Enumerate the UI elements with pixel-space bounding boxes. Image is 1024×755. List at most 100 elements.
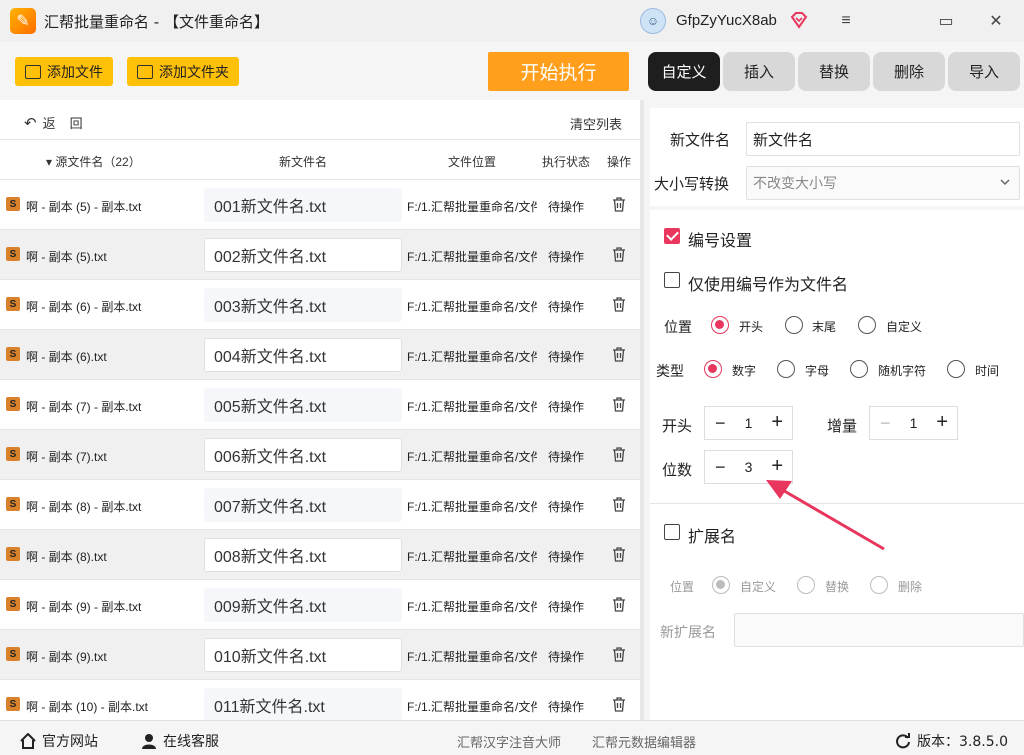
new-ext-input[interactable] (734, 613, 1024, 647)
window-title: 汇帮批量重命名 - 【文件重命名】 (44, 12, 269, 31)
add-folder-icon (137, 64, 153, 79)
tab-custom[interactable]: 自定义 (648, 52, 720, 91)
new-name-input[interactable]: 新文件名 (746, 122, 1020, 156)
file-location: F:/1.汇帮批量重命名/文件 (407, 250, 537, 264)
increment-stepper[interactable]: − 1 + (869, 406, 958, 440)
col-status: 执行状态 (542, 155, 591, 169)
table-row[interactable]: S 啊 - 副本 (7) - 副本.txt 005新文件名.txt F:/1.汇帮批量… (0, 380, 644, 430)
new-filename-input[interactable]: 010新文件名.txt (204, 638, 402, 672)
new-filename-input[interactable]: 002新文件名.txt (204, 238, 402, 272)
new-filename-input[interactable]: 007新文件名.txt (204, 488, 402, 522)
vip-diamond-icon[interactable] (790, 11, 808, 29)
table-row[interactable]: S 啊 - 副本 (8) - 副本.txt 007新文件名.txt F:/1.汇帮批量… (0, 480, 644, 530)
source-filename: 啊 - 副本 (5) - 副本.txt (26, 200, 142, 214)
new-filename-input[interactable]: 004新文件名.txt (204, 338, 402, 372)
table-row[interactable]: S 啊 - 副本 (7).txt 006新文件名.txt F:/1.汇帮批量重命名/文… (0, 430, 644, 480)
add-folder-label: 添加文件夹 (159, 64, 229, 81)
support-link[interactable]: 在线客服 (141, 731, 219, 751)
table-row[interactable]: S 啊 - 副本 (5) - 副本.txt 001新文件名.txt F:/1.汇帮批量… (0, 180, 644, 230)
tab-import[interactable]: 导入 (948, 52, 1020, 91)
website-link[interactable]: 官方网站 (20, 731, 98, 751)
status-text: 待操作 (548, 400, 585, 414)
txt-file-icon: S (6, 647, 20, 661)
tab-insert[interactable]: 插入 (723, 52, 795, 91)
start-label: 开头 (662, 417, 693, 435)
ext-delete-radio[interactable] (870, 576, 888, 594)
clear-list-button[interactable]: 清空列表 (570, 114, 622, 133)
version-info[interactable]: 版本：3.8.5.0 (895, 731, 1008, 751)
add-folder-button[interactable]: 添加文件夹 (127, 57, 239, 86)
link-metadata-editor[interactable]: 汇帮元数据编辑器 (592, 732, 696, 751)
trash-icon[interactable] (612, 547, 626, 562)
only-number-checkbox[interactable] (664, 272, 680, 288)
case-select[interactable]: 不改变大小写 (746, 166, 1020, 200)
trash-icon[interactable] (612, 647, 626, 662)
digits-stepper[interactable]: − 3 + (704, 450, 793, 484)
trash-icon[interactable] (612, 297, 626, 312)
numbering-checkbox[interactable] (664, 228, 680, 244)
new-filename-input[interactable]: 008新文件名.txt (204, 538, 402, 572)
file-location: F:/1.汇帮批量重命名/文件 (407, 500, 537, 514)
position-end-label: 末尾 (812, 320, 837, 334)
type-number-radio[interactable] (704, 360, 722, 378)
trash-icon[interactable] (612, 197, 626, 212)
plus-icon[interactable]: + (771, 411, 783, 434)
source-filename: 啊 - 副本 (6) - 副本.txt (26, 300, 142, 314)
new-filename-input[interactable]: 009新文件名.txt (204, 588, 402, 622)
ext-replace-label: 替换 (825, 580, 850, 594)
file-location: F:/1.汇帮批量重命名/文件 (407, 650, 537, 664)
trash-icon[interactable] (612, 347, 626, 362)
col-source[interactable]: ▾ 源文件名（22） (46, 153, 141, 170)
new-filename-input[interactable]: 011新文件名.txt (204, 688, 402, 720)
new-filename-input[interactable]: 006新文件名.txt (204, 438, 402, 472)
tab-replace[interactable]: 替换 (798, 52, 870, 91)
table-row[interactable]: S 啊 - 副本 (5).txt 002新文件名.txt F:/1.汇帮批量重命名/文… (0, 230, 644, 280)
new-filename-input[interactable]: 005新文件名.txt (204, 388, 402, 422)
new-filename-input[interactable]: 003新文件名.txt (204, 288, 402, 322)
col-action: 操作 (607, 155, 632, 169)
menu-icon[interactable]: ≡ (832, 8, 860, 34)
type-random-radio[interactable] (850, 360, 868, 378)
new-filename-input[interactable]: 001新文件名.txt (204, 188, 402, 222)
position-start-radio[interactable] (711, 316, 729, 334)
maximize-icon[interactable]: ▭ (932, 8, 960, 34)
trash-icon[interactable] (612, 447, 626, 462)
start-button[interactable]: 开始执行 (488, 52, 629, 91)
extension-checkbox[interactable] (664, 524, 680, 540)
position-end-radio[interactable] (785, 316, 803, 334)
trash-icon[interactable] (612, 697, 626, 712)
source-filename: 啊 - 副本 (10) - 副本.txt (26, 700, 149, 714)
table-row[interactable]: S 啊 - 副本 (8).txt 008新文件名.txt F:/1.汇帮批量重命名/文… (0, 530, 644, 580)
table-row[interactable]: S 啊 - 副本 (10) - 副本.txt 011新文件名.txt F:/1.汇帮批… (0, 680, 644, 720)
source-filename: 啊 - 副本 (7) - 副本.txt (26, 400, 142, 414)
back-button[interactable]: ↶ 返 回 (24, 113, 83, 132)
settings-panel: 新文件名 新文件名 大小写转换 不改变大小写 编号设置 仅使用编号作为文件名 位… (644, 100, 1024, 720)
status-text: 待操作 (548, 650, 585, 664)
table-row[interactable]: S 啊 - 副本 (9).txt 010新文件名.txt F:/1.汇帮批量重命名/文… (0, 630, 644, 680)
start-stepper[interactable]: − 1 + (704, 406, 793, 440)
type-letter-radio[interactable] (777, 360, 795, 378)
support-person-icon (142, 734, 156, 749)
plus-icon[interactable]: + (771, 455, 783, 478)
type-time-radio[interactable] (947, 360, 965, 378)
ext-custom-radio[interactable] (712, 576, 730, 594)
type-random-label: 随机字符 (878, 364, 927, 378)
table-row[interactable]: S 啊 - 副本 (9) - 副本.txt 009新文件名.txt F:/1.汇帮批量… (0, 580, 644, 630)
link-pinyin-master[interactable]: 汇帮汉字注音大师 (457, 732, 561, 751)
position-custom-radio[interactable] (858, 316, 876, 334)
tab-delete[interactable]: 删除 (873, 52, 945, 91)
plus-icon[interactable]: + (936, 411, 948, 434)
digits-label: 位数 (662, 461, 693, 479)
ext-replace-radio[interactable] (797, 576, 815, 594)
user-avatar[interactable]: ☺ (640, 8, 666, 34)
trash-icon[interactable] (612, 597, 626, 612)
table-row[interactable]: S 啊 - 副本 (6) - 副本.txt 003新文件名.txt F:/1.汇帮批量… (0, 280, 644, 330)
table-row[interactable]: S 啊 - 副本 (6).txt 004新文件名.txt F:/1.汇帮批量重命名/文… (0, 330, 644, 380)
close-icon[interactable]: ✕ (982, 8, 1010, 34)
trash-icon[interactable] (612, 397, 626, 412)
source-filename: 啊 - 副本 (6).txt (26, 350, 107, 364)
trash-icon[interactable] (612, 247, 626, 262)
username[interactable]: GfpZyYucX8ab (676, 12, 777, 29)
add-file-button[interactable]: 添加文件 (15, 57, 113, 86)
trash-icon[interactable] (612, 497, 626, 512)
